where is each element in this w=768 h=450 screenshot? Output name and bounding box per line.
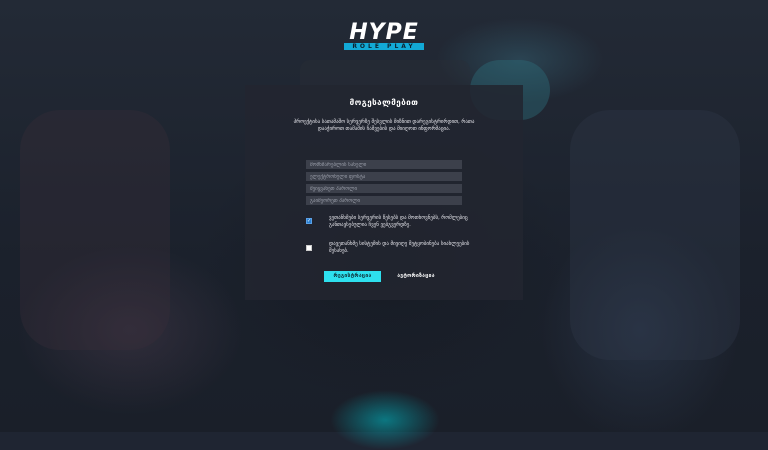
dialog-title: მოგესალმებით [349,98,419,107]
password-field[interactable] [306,184,462,193]
rules-checkbox[interactable]: ✓ [306,218,312,224]
newsletter-checkbox-label: დავეთანხმე სისტემის და მივიღე შეტყობინებ… [329,241,470,254]
background-figure-left [20,110,170,350]
dialog-description: პროექტისა სათამაშო სერვერზე შესვლის მიზნ… [293,119,475,132]
email-field[interactable] [306,172,462,181]
background-figure-right [570,110,740,360]
logo-word: HYPE [349,20,419,45]
checkmark-icon: ✓ [307,218,312,224]
hype-logo: HYPE ROLE PLAY [344,20,424,50]
background-glow [330,390,440,450]
password-confirm-field[interactable] [306,196,462,205]
logo-subtitle: ROLE PLAY [344,43,424,50]
rules-checkbox-label: ვეთანხმები სერვერის წესებს და მოთხოვნებს… [329,215,468,228]
newsletter-checkbox[interactable] [306,245,312,251]
username-field[interactable] [306,160,462,169]
login-button[interactable]: ავტორიზაცია [389,271,443,282]
register-button[interactable]: რეგისტრაცია [324,271,381,282]
